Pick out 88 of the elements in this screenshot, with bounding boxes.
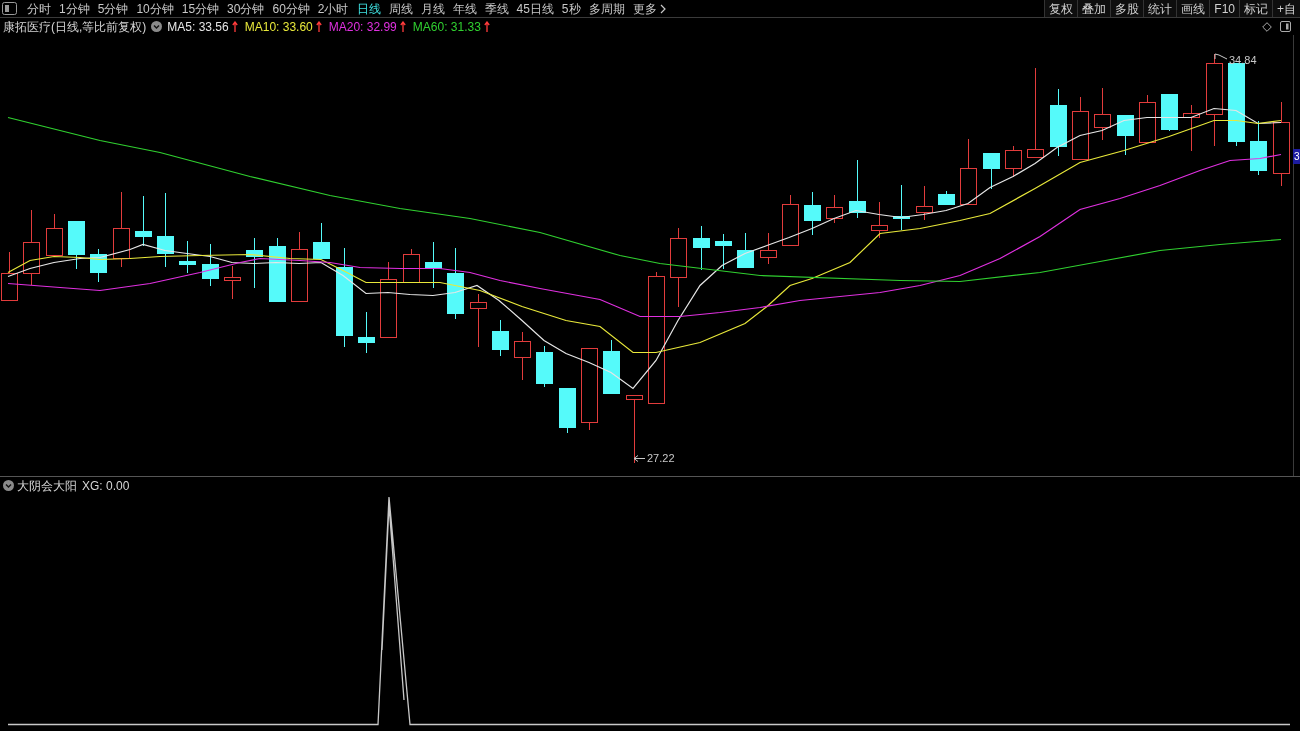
- candlestick: [559, 388, 576, 434]
- chart-title: 康拓医疗(日线,等比前复权): [3, 18, 147, 35]
- chevron-right-icon: [659, 3, 666, 14]
- period-tab[interactable]: 日线: [356, 0, 381, 17]
- moving-average-value: MA5: 33.56: [167, 18, 229, 35]
- candlestick: [804, 191, 821, 236]
- candlestick: [693, 225, 710, 271]
- candlestick: [1050, 88, 1067, 157]
- candlestick: [46, 213, 63, 256]
- candlestick: [514, 331, 531, 381]
- leader-arrow: [633, 455, 646, 462]
- period-tab[interactable]: 5秒: [561, 0, 581, 17]
- candlestick: [849, 159, 866, 219]
- toolbar-button[interactable]: F10: [1209, 0, 1239, 17]
- diamond-icon[interactable]: [1262, 21, 1272, 32]
- candlestick: [626, 395, 643, 464]
- toolbar-button[interactable]: 画线: [1176, 0, 1210, 17]
- toolbar-button[interactable]: 复权: [1044, 0, 1078, 17]
- candlestick: [135, 195, 152, 247]
- period-tab[interactable]: 1分钟: [59, 0, 90, 17]
- candlestick: [1072, 96, 1089, 160]
- price-tag: 3: [1293, 149, 1300, 164]
- moving-average-value: MA60: 31.33: [412, 18, 481, 35]
- chevron-circle-icon[interactable]: [151, 21, 163, 32]
- candlestick: [938, 190, 955, 205]
- candlestick: [1094, 87, 1111, 141]
- moving-average-value: MA10: 33.60: [244, 18, 313, 35]
- toolbar-button[interactable]: +自: [1272, 0, 1300, 17]
- candlestick: [202, 243, 219, 287]
- candlestick: [871, 201, 888, 239]
- candlestick: [90, 248, 107, 283]
- period-tab[interactable]: 月线: [420, 0, 445, 17]
- period-tab[interactable]: 分时: [27, 0, 51, 17]
- period-tab[interactable]: 45日线: [516, 0, 554, 17]
- chevron-circle-icon[interactable]: [3, 480, 14, 491]
- toolbar-button[interactable]: 标记: [1239, 0, 1272, 17]
- period-tab[interactable]: 季线: [484, 0, 509, 17]
- candlestick: [470, 293, 487, 348]
- candlestick: [291, 231, 308, 302]
- candlestick: [960, 138, 977, 205]
- leader-line: [1214, 53, 1228, 60]
- candlestick: [893, 184, 910, 231]
- period-tab[interactable]: 年线: [452, 0, 477, 17]
- period-tab[interactable]: 2小时: [317, 0, 349, 17]
- candlestick: [492, 319, 509, 357]
- candlestick: [826, 194, 843, 224]
- period-tab[interactable]: 10分钟: [136, 0, 174, 17]
- candlestick: [536, 345, 553, 388]
- period-tab[interactable]: 60分钟: [272, 0, 310, 17]
- more-button[interactable]: 更多: [632, 0, 666, 17]
- period-tab[interactable]: 5分钟: [97, 0, 129, 17]
- high-price-label: 34.84: [1229, 54, 1257, 66]
- candlestick: [224, 265, 241, 300]
- candlestick: [916, 185, 933, 221]
- candlestick: [1183, 104, 1200, 152]
- candlestick: [1, 251, 18, 301]
- candlestick: [983, 153, 1000, 190]
- toolbar-button[interactable]: 统计: [1143, 0, 1177, 17]
- panel-toggle-icon[interactable]: [1280, 21, 1291, 32]
- low-price-label: 27.22: [647, 452, 675, 464]
- candlestick: [269, 237, 286, 302]
- candlestick: [1005, 145, 1022, 178]
- candlestick: [358, 311, 375, 354]
- panel-toggle-icon[interactable]: [2, 2, 17, 15]
- period-tab[interactable]: 15分钟: [181, 0, 220, 17]
- candlestick: [760, 232, 777, 265]
- candlestick: [313, 222, 330, 259]
- candlestick: [737, 232, 754, 268]
- candlestick: [603, 339, 620, 394]
- candlestick: [403, 248, 420, 283]
- candlestick: [179, 240, 196, 274]
- indicator-value: XG: 0.00: [82, 477, 130, 494]
- period-tab[interactable]: 30分钟: [227, 0, 265, 17]
- candlestick: [1139, 94, 1156, 143]
- moving-average-value: MA20: 32.99: [328, 18, 397, 35]
- indicator-title: 大阴会大阳: [17, 477, 77, 494]
- candlestick: [782, 194, 799, 246]
- period-tab[interactable]: 多周期: [588, 0, 625, 17]
- candlestick: [1250, 120, 1267, 176]
- candlestick: [68, 221, 85, 270]
- toolbar-button[interactable]: 多股: [1110, 0, 1144, 17]
- toolbar-button[interactable]: 叠加: [1077, 0, 1111, 17]
- candlestick: [1161, 94, 1178, 132]
- candlestick: [1117, 115, 1134, 156]
- candlestick: [425, 241, 442, 289]
- candlestick: [246, 237, 263, 289]
- period-tab[interactable]: 周线: [388, 0, 413, 17]
- candlestick: [715, 233, 732, 270]
